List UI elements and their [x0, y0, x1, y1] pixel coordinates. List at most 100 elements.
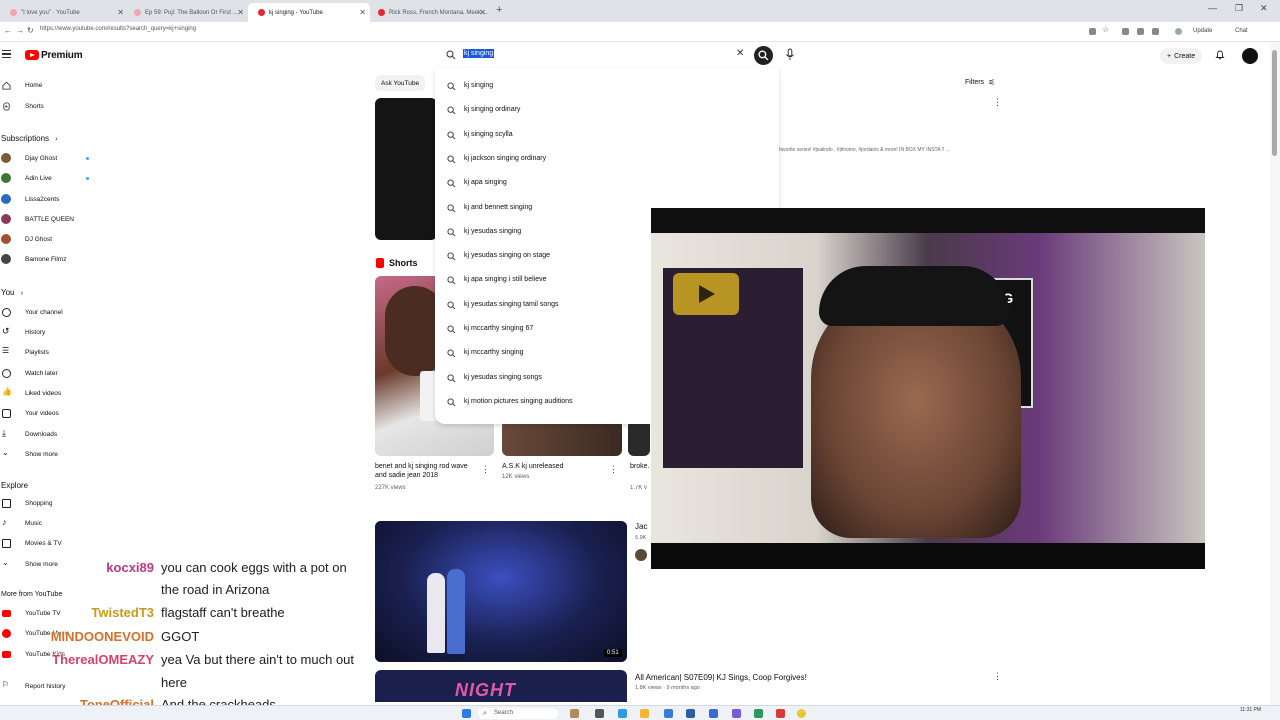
browser-tab[interactable]: "I love you" · YouTube ✕ — [0, 3, 128, 22]
url-field[interactable]: https://www.youtube.com/results?search_q… — [40, 26, 196, 32]
browser-tab[interactable]: Ep 59: Puji: The Balloon Or First ... ✕ — [124, 3, 248, 22]
short-title[interactable]: A.S.K kj unreleased — [502, 462, 563, 471]
app-icon[interactable] — [776, 709, 785, 718]
forward-icon[interactable]: → — [16, 26, 24, 35]
hamburger-menu-icon[interactable] — [2, 50, 11, 58]
sidebar-item-subscription[interactable]: Adin Live — [0, 170, 100, 186]
close-window-icon[interactable]: ✕ — [1260, 3, 1268, 14]
app-icon[interactable] — [570, 709, 579, 718]
sidebar-item-your-channel[interactable]: Your channel — [0, 304, 100, 320]
close-tab-icon[interactable]: ✕ — [359, 8, 366, 17]
ask-youtube-chip[interactable]: Ask YouTube — [375, 75, 426, 91]
filters-button[interactable]: Filters ⚟ — [965, 78, 995, 87]
extension-icon[interactable] — [1137, 28, 1144, 35]
minimize-icon[interactable]: — — [1208, 3, 1217, 13]
channel-avatar[interactable] — [635, 549, 647, 561]
video-title-partial[interactable]: Jac — [635, 522, 647, 531]
sidebar-item-downloads[interactable]: ⤓ Downloads — [0, 426, 100, 442]
sidebar-item-playlists[interactable]: ☰ Playlists — [0, 344, 100, 360]
short-thumbnail[interactable] — [502, 420, 622, 456]
profile-icon[interactable] — [1175, 28, 1182, 35]
extension-icon[interactable] — [1122, 28, 1129, 35]
chrome-icon[interactable] — [797, 709, 806, 718]
microphone-icon[interactable] — [785, 48, 795, 62]
reload-icon[interactable]: ↻ — [27, 26, 34, 35]
sidebar-item-history[interactable]: ↺ History — [0, 324, 100, 340]
search-icon — [447, 301, 456, 310]
sidebar-item-subscription[interactable]: Djay Ghost — [0, 150, 100, 166]
short-title[interactable]: broke... — [630, 462, 650, 471]
chat-button[interactable]: Chat — [1235, 28, 1248, 34]
app-icon[interactable] — [664, 709, 673, 718]
subscriptions-header[interactable]: Subscriptions › — [1, 134, 58, 143]
sidebar-item-your-videos[interactable]: Your videos — [0, 405, 100, 421]
maximize-icon[interactable]: ❐ — [1235, 3, 1243, 14]
youtube-logo-icon[interactable] — [25, 50, 39, 60]
extension-icon[interactable] — [1089, 28, 1096, 35]
app-icon[interactable] — [732, 709, 741, 718]
task-view-icon[interactable] — [595, 709, 604, 718]
sidebar-item-label: Lissa2cents — [25, 196, 60, 203]
sidebar-item-youtube-tv[interactable]: YouTube TV — [0, 605, 100, 621]
close-tab-icon[interactable]: ✕ — [237, 8, 244, 17]
extension-icon[interactable] — [1152, 28, 1159, 35]
sidebar-item-report-history[interactable]: ⚐ Report history — [0, 678, 100, 694]
sidebar-item-subscription[interactable]: BATTLE QUEEN — [0, 211, 100, 227]
new-tab-icon[interactable]: + — [496, 4, 502, 16]
sidebar-item-shorts[interactable]: Shorts — [0, 98, 100, 114]
video-thumbnail[interactable] — [375, 98, 437, 240]
search-suggestion[interactable]: kj apa singing — [435, 171, 779, 195]
more-options-icon[interactable]: ⋮ — [993, 671, 1002, 682]
video-title[interactable]: All American| S07E09| KJ Sings, Coop For… — [635, 673, 807, 682]
clear-search-icon[interactable]: ✕ — [736, 48, 744, 59]
sidebar-item-label: History — [25, 329, 46, 336]
browser-tab[interactable]: Rick Ross, French Montana, Meek ... ✕ — [368, 3, 490, 22]
sidebar-item-shopping[interactable]: Shopping — [0, 495, 100, 511]
bookmark-star-icon[interactable]: ☆ — [1102, 25, 1109, 34]
sidebar-item-home[interactable]: Home — [0, 77, 100, 93]
chevron-right-icon: › — [55, 136, 58, 143]
search-suggestion[interactable]: kj singing scylla — [435, 123, 779, 147]
search-suggestion[interactable]: kj jackson singing ordinary — [435, 147, 779, 171]
file-explorer-icon[interactable] — [640, 709, 649, 718]
sidebar-item-liked-videos[interactable]: 👍 Liked videos — [0, 385, 100, 401]
sidebar-item-subscription[interactable]: Bamone Filmz — [0, 251, 100, 267]
sidebar-item-music[interactable]: ♪ Music — [0, 515, 100, 531]
video-thumbnail[interactable]: NIGHT — [375, 670, 627, 702]
chat-message-line: flagstaff can't breathe — [161, 605, 285, 620]
close-tab-icon[interactable]: ✕ — [479, 8, 486, 17]
scrollbar-thumb[interactable] — [1272, 50, 1277, 156]
edge-browser-icon[interactable] — [618, 709, 627, 718]
more-options-icon[interactable]: ⋮ — [609, 464, 618, 475]
short-thumbnail[interactable] — [628, 420, 650, 456]
close-tab-icon[interactable]: ✕ — [117, 8, 124, 17]
search-suggestion[interactable]: kj singing — [435, 74, 779, 98]
app-icon[interactable] — [754, 709, 763, 718]
browser-tab-active[interactable]: kj singing - YouTube ✕ — [248, 3, 370, 22]
app-icon[interactable] — [686, 709, 695, 718]
channel-avatar — [1, 153, 11, 163]
sidebar-item-movies-tv[interactable]: Movies & TV — [0, 535, 100, 551]
windows-start-icon[interactable] — [462, 709, 471, 718]
account-avatar[interactable] — [1242, 48, 1258, 64]
app-icon[interactable] — [709, 709, 718, 718]
system-clock[interactable]: 11:31 PM — [1240, 707, 1261, 713]
sidebar-item-watch-later[interactable]: Watch later — [0, 365, 100, 381]
you-header[interactable]: You › — [1, 288, 23, 297]
sidebar-item-subscription[interactable]: Lissa2cents — [0, 191, 100, 207]
search-button[interactable] — [754, 46, 773, 65]
notifications-bell-icon[interactable] — [1215, 50, 1225, 60]
sidebar-item-show-more[interactable]: ⌄ Show more — [0, 446, 100, 462]
sidebar-item-show-more[interactable]: ⌄ Show more — [0, 556, 100, 572]
search-suggestion-text: kj jackson singing ordinary — [464, 154, 547, 162]
back-icon[interactable]: ← — [4, 26, 12, 35]
more-options-icon[interactable]: ⋮ — [993, 97, 1002, 108]
video-thumbnail[interactable] — [375, 521, 627, 662]
short-title[interactable]: benet and kj singing rod wave and sadie … — [375, 462, 475, 480]
create-button[interactable]: + Create — [1160, 48, 1203, 64]
update-button[interactable]: Update — [1193, 28, 1212, 34]
taskbar-search[interactable]: ⌕ Search — [478, 708, 558, 719]
sidebar-item-subscription[interactable]: DJ Ghost — [0, 231, 100, 247]
search-suggestion[interactable]: kj singing ordinary — [435, 98, 779, 122]
more-options-icon[interactable]: ⋮ — [481, 464, 490, 475]
